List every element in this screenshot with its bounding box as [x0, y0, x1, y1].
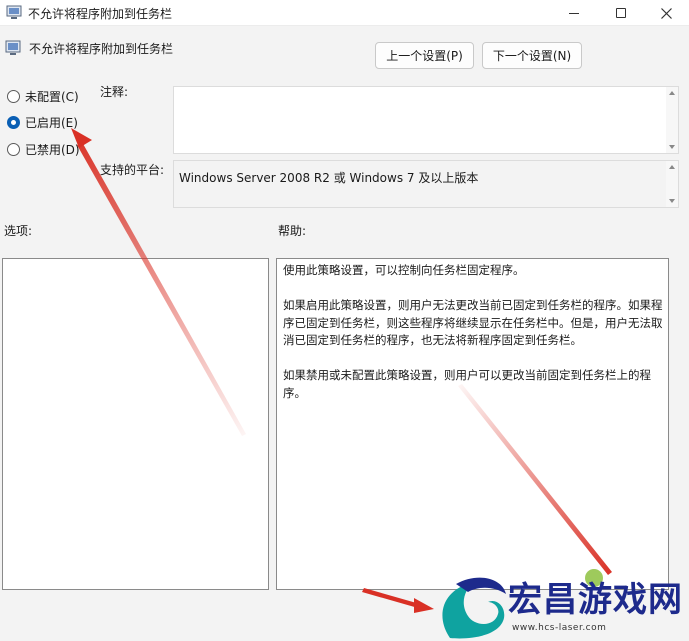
help-paragraph: 使用此策略设置，可以控制向任务栏固定程序。	[283, 263, 525, 277]
radio-not-configured[interactable]: 未配置(C)	[7, 86, 79, 106]
comment-label: 注释:	[100, 85, 129, 99]
close-button[interactable]	[643, 0, 689, 26]
window-title: 不允许将程序附加到任务栏	[28, 7, 173, 21]
options-panel	[2, 258, 269, 590]
watermark-url: www.hcs-laser.com	[512, 623, 607, 633]
options-label: 选项:	[4, 224, 33, 238]
radio-button[interactable]	[7, 142, 20, 156]
scroll-up-icon[interactable]	[669, 165, 675, 169]
title-bar[interactable]: 不允许将程序附加到任务栏	[0, 0, 689, 26]
close-icon	[660, 7, 672, 19]
setting-title: 不允许将程序附加到任务栏	[29, 42, 174, 56]
minimize-icon	[569, 12, 579, 14]
maximize-button[interactable]	[598, 0, 644, 26]
watermark-text: 宏昌游戏网	[508, 580, 683, 620]
platform-box: Windows Server 2008 R2 或 Windows 7 及以上版本	[173, 160, 679, 208]
help-paragraph: 如果禁用或未配置此策略设置，则用户可以更改当前固定到任务栏上的程序。	[283, 368, 651, 400]
help-panel: 使用此策略设置，可以控制向任务栏固定程序。 如果启用此策略设置，则用户无法更改当…	[276, 258, 669, 590]
radio-label: 已启用(E)	[25, 115, 78, 130]
scroll-up-icon[interactable]	[669, 91, 675, 95]
platform-value: Windows Server 2008 R2 或 Windows 7 及以上版本	[179, 171, 479, 185]
comment-textarea[interactable]	[173, 86, 679, 154]
minimize-button[interactable]	[551, 0, 597, 26]
scroll-down-icon[interactable]	[669, 145, 675, 149]
radio-button[interactable]	[7, 89, 20, 103]
next-setting-button[interactable]: 下一个设置(N)	[482, 42, 582, 69]
policy-setting-icon	[5, 40, 21, 55]
platform-label: 支持的平台:	[100, 163, 165, 177]
help-label: 帮助:	[278, 224, 307, 238]
previous-setting-button[interactable]: 上一个设置(P)	[375, 42, 474, 69]
policy-app-icon	[6, 5, 22, 19]
radio-disabled[interactable]: 已禁用(D)	[7, 139, 80, 159]
comment-scrollbar[interactable]	[666, 87, 678, 153]
radio-enabled[interactable]: 已启用(E)	[7, 112, 78, 132]
policy-editor-window: 不允许将程序附加到任务栏 不允许将程序附加到任务栏 上一个设置(P) 下一个设置…	[0, 0, 689, 641]
radio-label: 未配置(C)	[25, 89, 79, 104]
scroll-down-icon[interactable]	[669, 199, 675, 203]
platform-scrollbar[interactable]	[666, 161, 678, 207]
maximize-icon	[616, 8, 626, 18]
radio-button[interactable]	[7, 115, 20, 129]
help-paragraph: 如果启用此策略设置，则用户无法更改当前已固定到任务栏的程序。如果程序已固定到任务…	[283, 298, 663, 347]
radio-label: 已禁用(D)	[25, 142, 80, 157]
